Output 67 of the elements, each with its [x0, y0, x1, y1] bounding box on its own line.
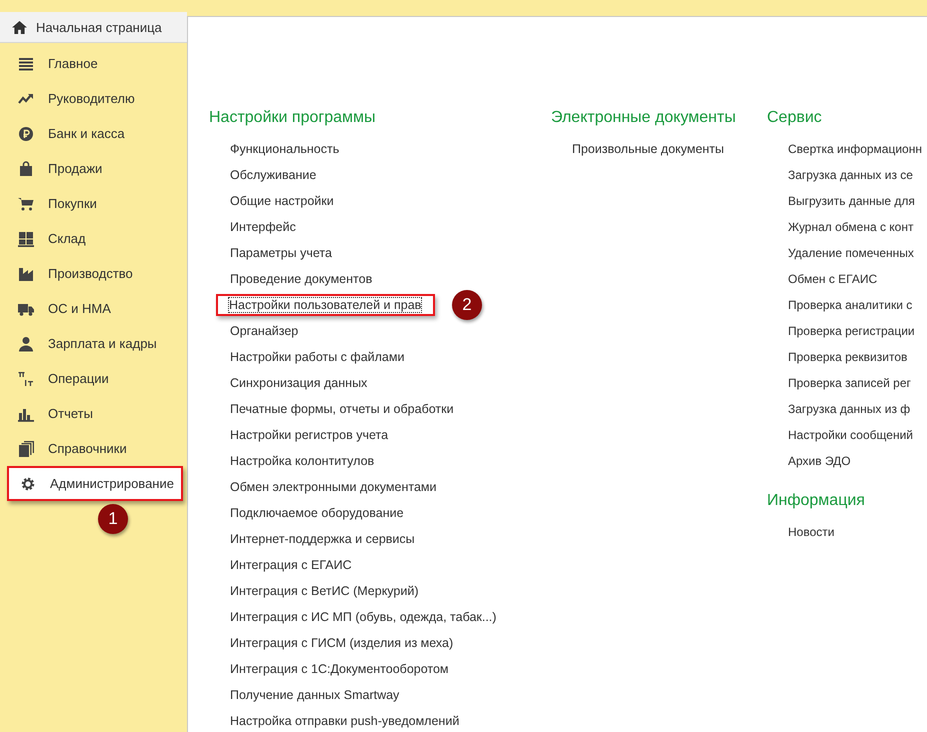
settings-link[interactable]: Интеграция с 1С:Документооборотом [230, 662, 449, 676]
sidebar-item[interactable]: Производство [0, 256, 187, 291]
settings-link[interactable]: Новости [788, 525, 834, 539]
shopping-bag-icon [18, 160, 34, 176]
settings-icon [20, 476, 36, 492]
settings-link[interactable]: Настройки работы с файлами [230, 350, 404, 364]
home-tab[interactable]: Начальная страница [0, 12, 187, 43]
settings-link[interactable]: Подключаемое оборудование [230, 506, 404, 520]
settings-link[interactable]: Архив ЭДО [788, 454, 851, 468]
settings-link[interactable]: Настройки регистров учета [230, 428, 388, 442]
settings-link[interactable]: Настройки пользователей и прав [229, 298, 422, 312]
callout-badge: 1 [98, 504, 128, 534]
section-heading: Электронные документы [551, 108, 737, 128]
settings-link[interactable]: Проверка регистрации [788, 324, 915, 338]
sidebar-item[interactable]: ОС и НМА [0, 291, 187, 326]
settings-link[interactable]: Интеграция с ГИСМ (изделия из меха) [230, 636, 454, 650]
settings-link[interactable]: Выгрузить данные для [788, 194, 915, 208]
stacked-pages-icon [18, 440, 34, 456]
sidebar-item[interactable]: Банк и касса [0, 116, 187, 151]
settings-link[interactable]: Обслуживание [230, 168, 316, 182]
settings-link[interactable]: Настройки сообщений [788, 428, 913, 442]
ruble-coin-icon [18, 126, 34, 142]
settings-link[interactable]: Проверка записей рег [788, 376, 911, 390]
factory-icon [18, 266, 34, 282]
settings-link[interactable]: Проведение документов [230, 272, 372, 286]
person-icon [18, 336, 34, 352]
home-icon [12, 20, 27, 34]
settings-link[interactable]: Интерфейс [230, 220, 296, 234]
cart-icon [18, 196, 34, 212]
sidebar-item[interactable]: Зарплата и кадры [0, 326, 187, 361]
menu-icon [18, 56, 34, 72]
sidebar-item[interactable]: Склад [0, 221, 187, 256]
section-heading: Сервис [767, 108, 823, 128]
settings-link[interactable]: Обмен с ЕГАИС [788, 272, 878, 286]
settings-link[interactable]: Настройка отправки push-уведомлений [230, 714, 460, 728]
settings-link[interactable]: Удаление помеченных [788, 246, 914, 260]
settings-link[interactable]: Параметры учета [230, 246, 332, 260]
sidebar-item[interactable]: Операции [0, 361, 187, 396]
section-heading: Настройки программы [209, 108, 376, 128]
settings-link[interactable]: Функциональность [230, 142, 340, 156]
settings-link[interactable]: Журнал обмена с конт [788, 220, 914, 234]
settings-link[interactable]: Свертка информационн [788, 142, 922, 156]
settings-link[interactable]: Загрузка данных из се [788, 168, 913, 182]
settings-link[interactable]: Обмен электронными документами [230, 480, 436, 494]
settings-link[interactable]: Произвольные документы [572, 142, 724, 156]
settings-link[interactable]: Проверка аналитики с [788, 298, 912, 312]
sidebar-item[interactable]: Руководителю [0, 81, 187, 116]
settings-link[interactable]: Синхронизация данных [230, 376, 368, 390]
sidebar-item[interactable]: Покупки [0, 186, 187, 221]
sidebar-item[interactable]: Отчеты [0, 396, 187, 431]
settings-link[interactable]: Органайзер [230, 324, 298, 338]
callout-badge: 2 [452, 290, 482, 320]
settings-link[interactable]: Общие настройки [230, 194, 334, 208]
grid-icon [18, 230, 34, 246]
sidebar-item[interactable]: Справочники [0, 431, 187, 466]
settings-link[interactable]: Интернет-поддержка и сервисы [230, 532, 415, 546]
settings-link[interactable]: Загрузка данных из ф [788, 402, 910, 416]
sidebar-item[interactable]: Продажи [0, 151, 187, 186]
settings-link[interactable]: Настройка колонтитулов [230, 454, 374, 468]
sidebar-item[interactable]: Главное [0, 46, 187, 81]
settings-link[interactable]: Интеграция с ИС МП (обувь, одежда, табак...) [230, 610, 496, 624]
section-heading: Информация [767, 491, 866, 511]
settings-link[interactable]: Интеграция с ВетИС (Меркурий) [230, 584, 418, 598]
settings-link[interactable]: Получение данных Smartway [230, 688, 400, 702]
settings-link[interactable]: Проверка реквизитов [788, 350, 908, 364]
settings-link[interactable]: Интеграция с ЕГАИС [230, 558, 352, 572]
settings-link[interactable]: Печатные формы, отчеты и обработки [230, 402, 454, 416]
